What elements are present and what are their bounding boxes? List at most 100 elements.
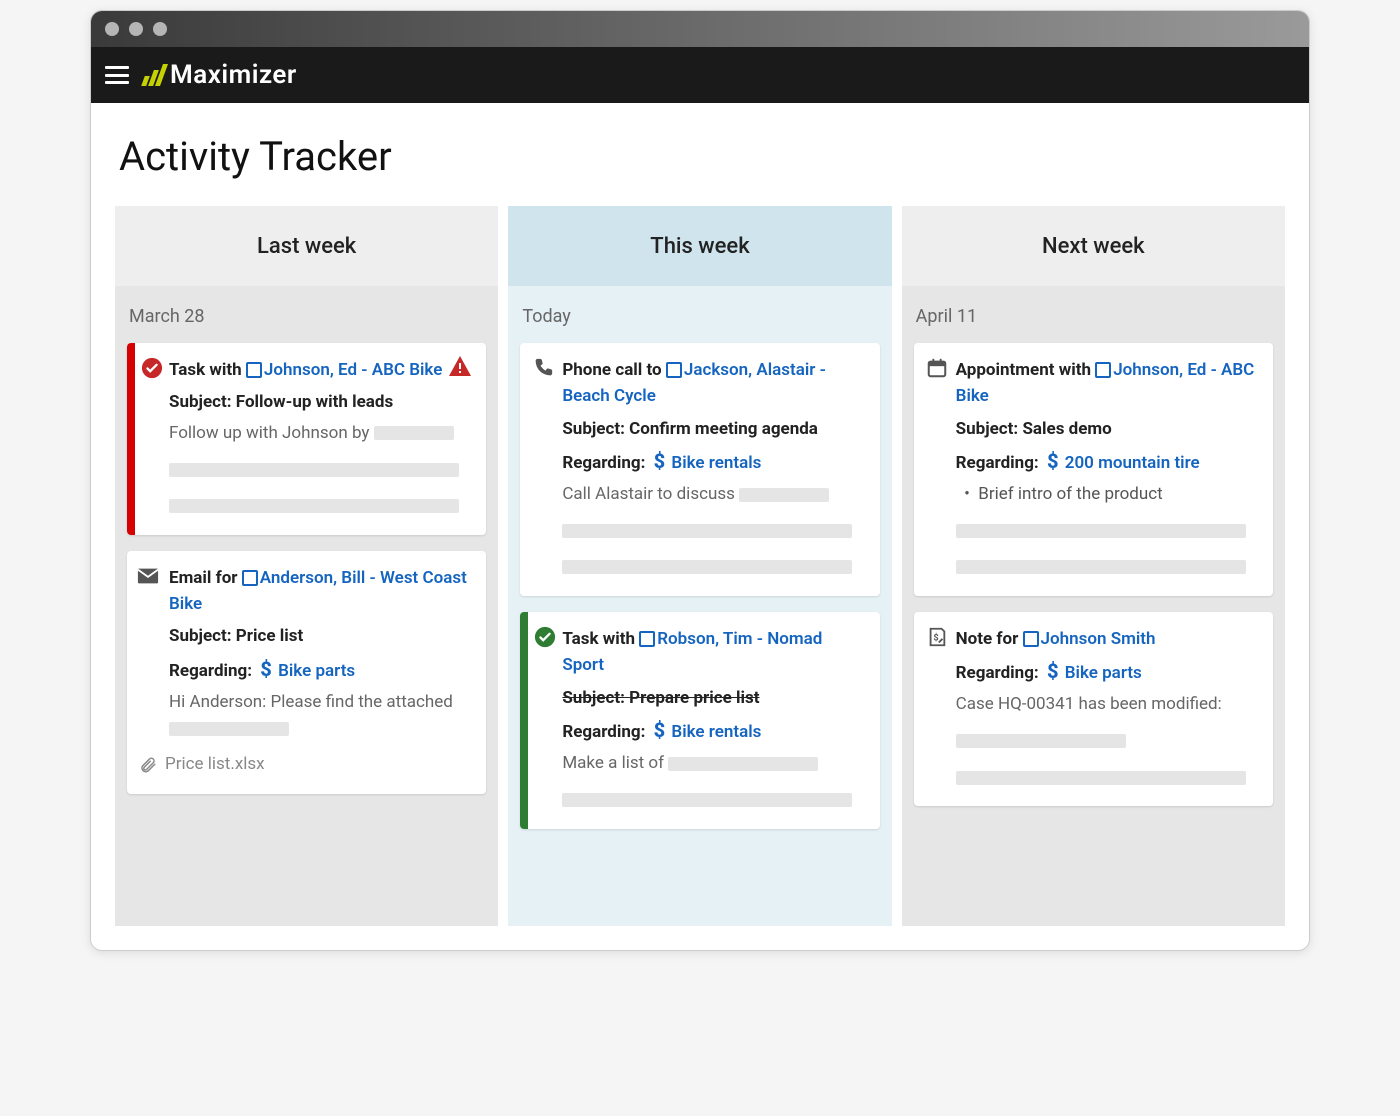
attachment-name: Price list.xlsx [165, 751, 265, 777]
subject-text: Price list [236, 626, 303, 646]
alert-icon [448, 355, 472, 377]
card-type-label: Note for [956, 629, 1019, 649]
brand-logo[interactable]: Maximizer [143, 60, 297, 90]
dollar-icon: $ [654, 446, 666, 477]
card-type-label: Task with [169, 360, 242, 380]
contact-link[interactable]: Johnson Smith [1023, 629, 1156, 649]
activity-card[interactable]: Email for Anderson, Bill - West Coast Bi… [127, 551, 486, 794]
window-dot[interactable] [105, 22, 119, 36]
subject-text: Sales demo [1022, 419, 1111, 439]
text-placeholder [739, 488, 829, 502]
subject-text: Follow-up with leads [236, 392, 393, 412]
text-placeholder [169, 463, 459, 477]
regarding-link[interactable]: 200 mountain tire [1065, 453, 1200, 473]
activity-card[interactable]: Task with Johnson, Ed - ABC Bike Subject… [127, 343, 486, 535]
activity-card[interactable]: $ Note for Johnson Smith Regarding: $ Bi… [914, 612, 1273, 806]
card-body: Follow up with Johnson by [169, 423, 369, 443]
status-stripe [520, 612, 528, 829]
card-body: Hi Anderson: Please find the attached [169, 692, 453, 712]
text-placeholder [562, 524, 852, 538]
window-dot[interactable] [129, 22, 143, 36]
column-date: Today [520, 286, 879, 343]
activity-card[interactable]: Appointment with Johnson, Ed - ABC Bike … [914, 343, 1273, 596]
regarding-link[interactable]: Bike rentals [671, 453, 761, 473]
subject-prefix: Subject: [956, 419, 1019, 439]
regarding-link[interactable]: Bike rentals [671, 722, 761, 742]
card-type-label: Email for [169, 568, 238, 588]
note-icon: $ [926, 626, 948, 648]
regarding-link[interactable]: Bike parts [278, 661, 355, 681]
contact-icon [1095, 362, 1111, 378]
regarding-prefix: Regarding: [562, 453, 645, 473]
dollar-icon: $ [654, 715, 666, 746]
app-header: Maximizer [91, 47, 1309, 103]
contact-link[interactable]: Johnson, Ed - ABC Bike [246, 360, 442, 380]
card-body: Make a list of [562, 753, 664, 773]
column-date: April 11 [914, 286, 1273, 343]
column-this-week: Today Phone call to Jackson, Alastair - … [508, 286, 891, 926]
regarding-prefix: Regarding: [562, 722, 645, 742]
bullet-text: Brief intro of the product [978, 484, 1162, 504]
text-placeholder [562, 793, 852, 807]
card-body: Call Alastair to discuss [562, 484, 735, 504]
subject-text: Confirm meeting agenda [629, 419, 818, 439]
subject-prefix: Subject: [169, 392, 232, 412]
column-next-week: April 11 Appointment with Johnson, Ed - … [902, 286, 1285, 926]
dollar-icon: $ [260, 654, 272, 685]
phone-icon [532, 357, 554, 379]
regarding-prefix: Regarding: [956, 663, 1039, 683]
regarding-link[interactable]: Bike parts [1065, 663, 1142, 683]
text-placeholder [956, 771, 1246, 785]
week-tabs: Last week This week Next week [91, 206, 1309, 286]
menu-icon[interactable] [105, 66, 129, 84]
dollar-icon: $ [1047, 446, 1059, 477]
contact-icon [639, 631, 655, 647]
brand-bars-icon [143, 64, 164, 86]
text-placeholder [668, 757, 818, 771]
subject-prefix: Subject: [169, 626, 232, 646]
envelope-icon [137, 565, 159, 587]
contact-icon [246, 362, 262, 378]
attachment-row[interactable]: Price list.xlsx [139, 751, 470, 777]
page-body: Activity Tracker Last week This week Nex… [91, 103, 1309, 950]
subject-prefix: Subject: [562, 688, 625, 708]
tab-next-week[interactable]: Next week [902, 206, 1285, 286]
text-placeholder [956, 560, 1246, 574]
text-placeholder [562, 560, 852, 574]
contact-icon [666, 362, 682, 378]
calendar-icon [926, 357, 948, 379]
paperclip-icon [139, 756, 157, 774]
activity-card[interactable]: Task with Robson, Tim - Nomad Sport Subj… [520, 612, 879, 829]
page-title: Activity Tracker [91, 127, 1309, 206]
svg-text:$: $ [933, 633, 938, 644]
regarding-prefix: Regarding: [169, 661, 252, 681]
text-placeholder [956, 734, 1126, 748]
text-placeholder [169, 722, 289, 736]
activity-card[interactable]: Phone call to Jackson, Alastair - Beach … [520, 343, 879, 596]
column-last-week: March 28 Task with Johnson, Ed - ABC Bik… [115, 286, 498, 926]
contact-icon [242, 570, 258, 586]
check-circle-icon [534, 626, 556, 648]
tab-last-week[interactable]: Last week [115, 206, 498, 286]
window-dot[interactable] [153, 22, 167, 36]
regarding-prefix: Regarding: [956, 453, 1039, 473]
columns: March 28 Task with Johnson, Ed - ABC Bik… [91, 286, 1309, 950]
card-type-label: Phone call to [562, 360, 661, 380]
dollar-icon: $ [1047, 656, 1059, 687]
window-titlebar [91, 11, 1309, 47]
status-stripe [127, 343, 135, 535]
card-body: Case HQ-00341 has been modified: [956, 694, 1222, 714]
brand-name: Maximizer [170, 60, 297, 90]
column-date: March 28 [127, 286, 486, 343]
card-type-label: Task with [562, 629, 635, 649]
subject-text: Prepare price list [629, 688, 759, 708]
contact-icon [1023, 631, 1039, 647]
app-window: Maximizer Activity Tracker Last week Thi… [90, 10, 1310, 951]
text-placeholder [374, 426, 454, 440]
tab-this-week[interactable]: This week [508, 206, 891, 286]
text-placeholder [956, 524, 1246, 538]
card-type-label: Appointment with [956, 360, 1091, 380]
text-placeholder [169, 499, 459, 513]
subject-prefix: Subject: [562, 419, 625, 439]
check-circle-icon [141, 357, 163, 379]
